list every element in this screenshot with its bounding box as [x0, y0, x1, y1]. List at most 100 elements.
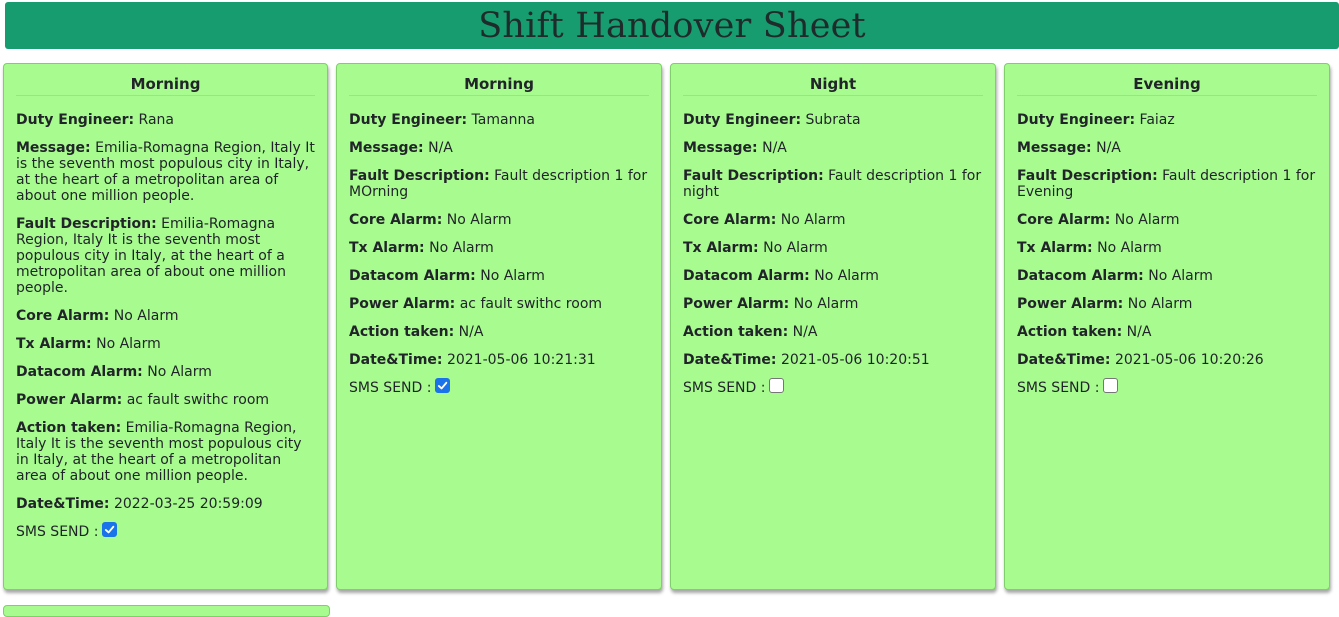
datacom-alarm-field: Datacom Alarm: No Alarm: [1017, 268, 1317, 284]
field-label: Fault Description:: [349, 168, 490, 184]
field-label: Datacom Alarm:: [683, 268, 810, 284]
fault-description-field: Fault Description: Fault description 1 f…: [349, 168, 649, 200]
field-label: Power Alarm:: [683, 296, 790, 312]
duty-engineer-value: Subrata: [805, 112, 861, 128]
field-label: Tx Alarm:: [16, 336, 92, 352]
duty-engineer-value: Tamanna: [471, 112, 535, 128]
fault-description-field: Fault Description: Fault description 1 f…: [1017, 168, 1317, 200]
shift-title: Evening: [1017, 64, 1317, 96]
field-label: Core Alarm:: [16, 308, 110, 324]
field-label: Date&Time:: [683, 352, 777, 368]
field-label: Date&Time:: [1017, 352, 1111, 368]
date-time-value: 2022-03-25 20:59:09: [113, 496, 263, 512]
datacom-alarm-field: Datacom Alarm: No Alarm: [683, 268, 983, 284]
core-alarm-field: Core Alarm: No Alarm: [16, 308, 315, 324]
field-label: Action taken:: [16, 420, 122, 436]
field-label: Action taken:: [683, 324, 789, 340]
field-label: Message:: [683, 140, 758, 156]
power-alarm-field: Power Alarm: No Alarm: [1017, 296, 1317, 312]
next-card-edge: [3, 605, 330, 617]
message-value: N/A: [1096, 140, 1121, 156]
field-label: Fault Description:: [16, 216, 157, 232]
date-time-value: 2021-05-06 10:20:51: [780, 352, 930, 368]
power-alarm-field: Power Alarm: No Alarm: [683, 296, 983, 312]
sms-send-row: SMS SEND :: [683, 377, 983, 396]
action-taken-field: Action taken: Emilia-Romagna Region, Ita…: [16, 420, 315, 484]
field-label: Fault Description:: [1017, 168, 1158, 184]
core-alarm-value: No Alarm: [113, 308, 179, 324]
field-label: Duty Engineer:: [349, 112, 468, 128]
date-time-field: Date&Time: 2021-05-06 10:21:31: [349, 352, 649, 368]
shift-title: Night: [683, 64, 983, 96]
page-header: Shift Handover Sheet: [5, 2, 1339, 49]
handover-card: Morning Duty Engineer: Rana Message: Emi…: [3, 63, 328, 590]
field-label: Action taken:: [1017, 324, 1123, 340]
sms-send-checkbox[interactable]: [435, 377, 451, 393]
duty-engineer-field: Duty Engineer: Faiaz: [1017, 112, 1317, 128]
handover-card: Evening Duty Engineer: Faiaz Message: N/…: [1004, 63, 1330, 590]
action-taken-field: Action taken: N/A: [1017, 324, 1317, 340]
date-time-field: Date&Time: 2021-05-06 10:20:26: [1017, 352, 1317, 368]
datacom-alarm-value: No Alarm: [480, 268, 545, 284]
sms-send-label: SMS SEND :: [16, 524, 99, 540]
field-label: Core Alarm:: [1017, 212, 1111, 228]
sms-send-checkbox[interactable]: [102, 521, 118, 537]
sms-send-row: SMS SEND :: [1017, 377, 1317, 396]
power-alarm-value: ac fault swithc room: [126, 392, 270, 408]
field-label: Power Alarm:: [16, 392, 123, 408]
shift-title: Morning: [349, 64, 649, 96]
power-alarm-value: No Alarm: [1127, 296, 1193, 312]
duty-engineer-field: Duty Engineer: Tamanna: [349, 112, 649, 128]
field-label: Message:: [16, 140, 91, 156]
message-field: Message: Emilia-Romagna Region, Italy It…: [16, 140, 315, 204]
field-label: Tx Alarm:: [1017, 240, 1093, 256]
field-label: Duty Engineer:: [16, 112, 135, 128]
field-label: Action taken:: [349, 324, 455, 340]
power-alarm-field: Power Alarm: ac fault swithc room: [349, 296, 649, 312]
datacom-alarm-value: No Alarm: [147, 364, 212, 380]
field-label: Message:: [1017, 140, 1092, 156]
field-label: Date&Time:: [349, 352, 443, 368]
message-value: N/A: [428, 140, 453, 156]
core-alarm-field: Core Alarm: No Alarm: [683, 212, 983, 228]
sms-send-checkbox[interactable]: [1103, 377, 1119, 393]
datacom-alarm-value: No Alarm: [814, 268, 879, 284]
field-label: Datacom Alarm:: [349, 268, 476, 284]
field-label: Datacom Alarm:: [16, 364, 143, 380]
checkmark-icon: [105, 525, 115, 533]
field-label: Core Alarm:: [683, 212, 777, 228]
page-title: Shift Handover Sheet: [478, 5, 866, 46]
duty-engineer-value: Faiaz: [1139, 112, 1175, 128]
tx-alarm-field: Tx Alarm: No Alarm: [1017, 240, 1317, 256]
core-alarm-value: No Alarm: [446, 212, 512, 228]
datacom-alarm-field: Datacom Alarm: No Alarm: [16, 364, 315, 380]
message-value: N/A: [762, 140, 787, 156]
tx-alarm-value: No Alarm: [763, 240, 828, 256]
duty-engineer-value: Rana: [138, 112, 174, 128]
tx-alarm-field: Tx Alarm: No Alarm: [16, 336, 315, 352]
action-taken-field: Action taken: N/A: [349, 324, 649, 340]
field-label: Tx Alarm:: [683, 240, 759, 256]
sms-send-checkbox[interactable]: [769, 377, 785, 393]
field-label: Duty Engineer:: [1017, 112, 1136, 128]
field-label: Core Alarm:: [349, 212, 443, 228]
power-alarm-field: Power Alarm: ac fault swithc room: [16, 392, 315, 408]
power-alarm-value: ac fault swithc room: [459, 296, 603, 312]
datacom-alarm-value: No Alarm: [1148, 268, 1213, 284]
fault-description-field: Fault Description: Emilia-Romagna Region…: [16, 216, 315, 296]
tx-alarm-value: No Alarm: [1097, 240, 1162, 256]
action-taken-field: Action taken: N/A: [683, 324, 983, 340]
sms-send-row: SMS SEND :: [16, 521, 315, 540]
field-label: Date&Time:: [16, 496, 110, 512]
checkmark-icon: [438, 381, 448, 389]
sms-send-label: SMS SEND :: [683, 380, 766, 396]
power-alarm-value: No Alarm: [793, 296, 859, 312]
field-label: Duty Engineer:: [683, 112, 802, 128]
tx-alarm-value: No Alarm: [429, 240, 494, 256]
field-label: Message:: [349, 140, 424, 156]
action-taken-value: N/A: [792, 324, 818, 340]
sms-send-label: SMS SEND :: [1017, 380, 1100, 396]
duty-engineer-field: Duty Engineer: Rana: [16, 112, 315, 128]
core-alarm-value: No Alarm: [780, 212, 846, 228]
field-label: Power Alarm:: [349, 296, 456, 312]
